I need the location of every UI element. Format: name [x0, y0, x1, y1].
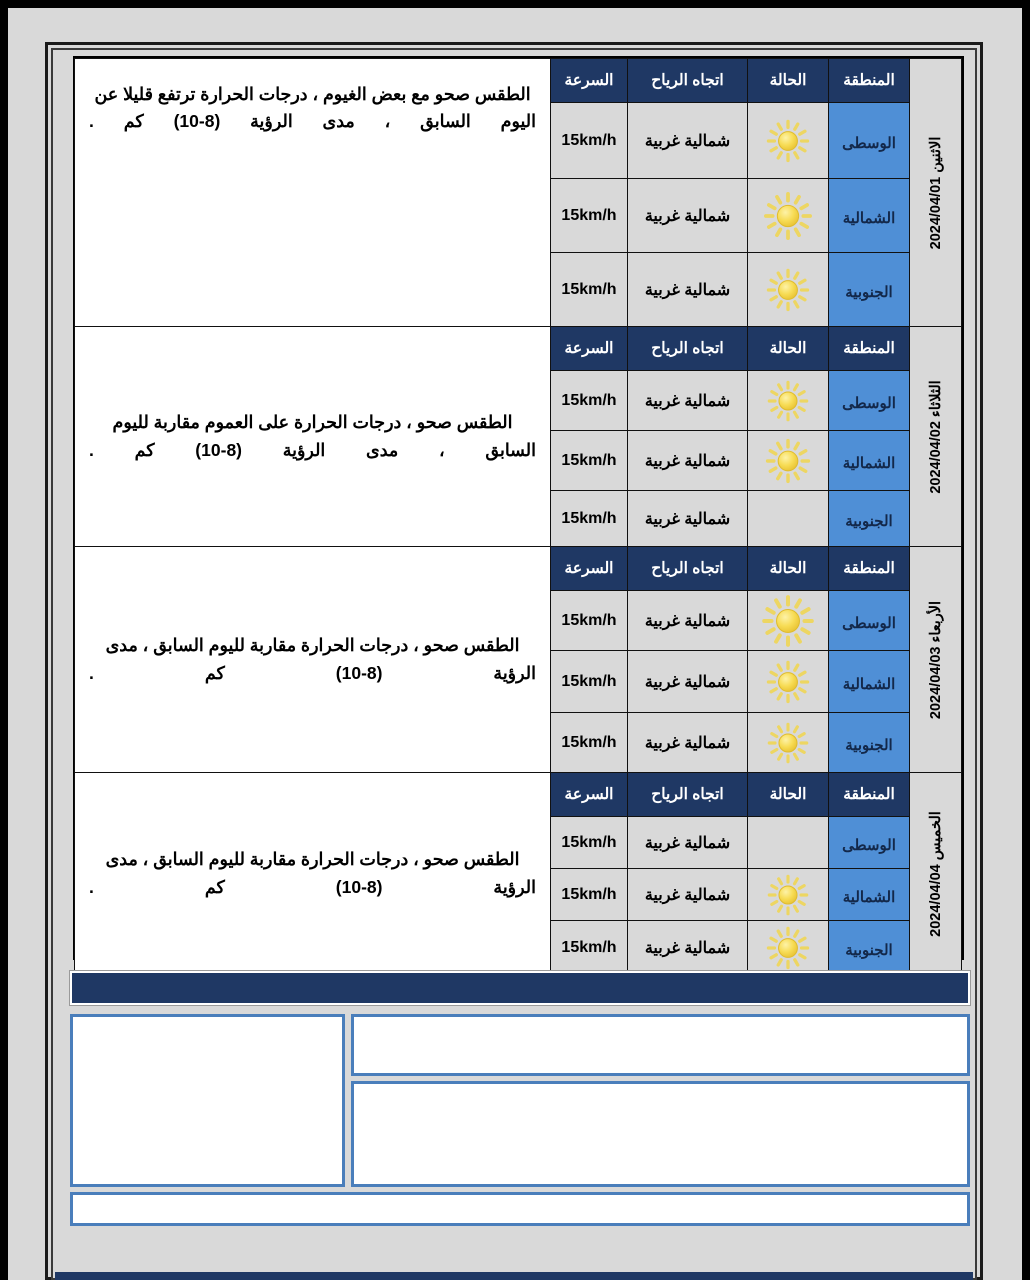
wind-direction-cell: شمالية غربية	[627, 816, 748, 869]
header-wind-direction: اتجاه الرياح	[627, 546, 748, 591]
region-cell: الشمالية	[828, 178, 910, 253]
region-cell: الوسطى	[828, 816, 910, 869]
lower-panel	[68, 967, 973, 1267]
header-region: المنطقة	[828, 546, 910, 591]
wind-direction-cell: شمالية غربية	[627, 430, 748, 491]
wind-speed-cell: 15km/h	[550, 252, 628, 327]
wind-direction-cell: شمالية غربية	[627, 650, 748, 713]
weather-forecast-table-container: الاثنين 2024/04/01 المنطقة الحالة اتجاه …	[73, 56, 964, 975]
region-cell: الوسطى	[828, 370, 910, 431]
wind-speed-cell: 15km/h	[550, 868, 628, 921]
wind-direction-cell: شمالية غربية	[627, 370, 748, 431]
header-condition: الحالة	[747, 58, 829, 103]
header-speed: السرعة	[550, 58, 628, 103]
header-speed: السرعة	[550, 326, 628, 371]
forecast-summary-cell: الطقس صحو ، درجات الحرارة مقاربة لليوم ا…	[74, 546, 551, 773]
condition-cell	[747, 102, 829, 179]
wind-speed-cell: 15km/h	[550, 590, 628, 651]
sun-icon	[748, 713, 828, 772]
condition-cell	[747, 430, 829, 491]
wind-speed-cell: 15km/h	[550, 650, 628, 713]
right-top-content-box[interactable]	[351, 1014, 970, 1076]
forecast-summary-cell: الطقس صحو ، درجات الحرارة مقاربة لليوم ا…	[74, 772, 551, 975]
wind-speed-cell: 15km/h	[550, 490, 628, 547]
region-cell: الشمالية	[828, 650, 910, 713]
condition-cell	[747, 590, 829, 651]
wind-direction-cell: شمالية غربية	[627, 712, 748, 773]
navy-banner-bar	[70, 971, 970, 1005]
condition-cell	[747, 712, 829, 773]
condition-cell	[747, 868, 829, 921]
forecast-date-cell: الاثنين 2024/04/01	[909, 58, 962, 327]
wind-direction-cell: شمالية غربية	[627, 102, 748, 179]
header-speed: السرعة	[550, 546, 628, 591]
wind-direction-cell: شمالية غربية	[627, 868, 748, 921]
forecast-group-header-row: الثلاثاء 2024/04/02 المنطقة الحالة اتجاه…	[74, 326, 962, 547]
forecast-date-cell: الأربعاء 2024/04/03	[909, 546, 962, 773]
header-region: المنطقة	[828, 772, 910, 817]
weather-forecast-table: الاثنين 2024/04/01 المنطقة الحالة اتجاه …	[74, 58, 962, 975]
condition-cell	[747, 816, 829, 869]
header-condition: الحالة	[747, 772, 829, 817]
region-cell: الجنوبية	[828, 490, 910, 547]
wind-direction-cell: شمالية غربية	[627, 490, 748, 547]
header-speed: السرعة	[550, 772, 628, 817]
sun-icon	[748, 651, 828, 712]
forecast-date-label: الأربعاء 2024/04/03	[927, 600, 944, 719]
wind-speed-cell: 15km/h	[550, 430, 628, 491]
forecast-group-header-row: الأربعاء 2024/04/03 المنطقة الحالة اتجاه…	[74, 546, 962, 773]
right-bottom-content-box[interactable]	[351, 1081, 970, 1187]
header-wind-direction: اتجاه الرياح	[627, 58, 748, 103]
bottom-navy-strip	[55, 1272, 973, 1280]
bottom-content-box[interactable]	[70, 1192, 970, 1226]
wind-speed-cell: 15km/h	[550, 712, 628, 773]
region-cell: الجنوبية	[828, 712, 910, 773]
forecast-date-cell: الثلاثاء 2024/04/02	[909, 326, 962, 547]
forecast-date-cell: الخميس 2024/04/04	[909, 772, 962, 975]
wind-speed-cell: 15km/h	[550, 178, 628, 253]
header-condition: الحالة	[747, 546, 829, 591]
wind-speed-cell: 15km/h	[550, 370, 628, 431]
region-cell: الجنوبية	[828, 252, 910, 327]
forecast-group-header-row: الاثنين 2024/04/01 المنطقة الحالة اتجاه …	[74, 58, 962, 327]
region-cell: الشمالية	[828, 868, 910, 921]
sun-icon	[748, 431, 828, 490]
forecast-date-label: الاثنين 2024/04/01	[927, 136, 944, 249]
sun-icon	[748, 371, 828, 430]
wind-direction-cell: شمالية غربية	[627, 178, 748, 253]
wind-speed-cell: 15km/h	[550, 816, 628, 869]
header-wind-direction: اتجاه الرياح	[627, 772, 748, 817]
region-cell: الوسطى	[828, 590, 910, 651]
condition-cell	[747, 370, 829, 431]
header-region: المنطقة	[828, 58, 910, 103]
condition-cell	[747, 650, 829, 713]
forecast-date-label: الثلاثاء 2024/04/02	[927, 379, 944, 494]
condition-cell	[747, 490, 829, 547]
sun-icon	[748, 103, 828, 178]
header-condition: الحالة	[747, 326, 829, 371]
forecast-summary-cell: الطقس صحو ، درجات الحرارة على العموم مقا…	[74, 326, 551, 547]
sun-icon	[748, 869, 828, 920]
region-cell: الشمالية	[828, 430, 910, 491]
region-cell: الوسطى	[828, 102, 910, 179]
header-region: المنطقة	[828, 326, 910, 371]
forecast-date-label: الخميس 2024/04/04	[927, 810, 944, 937]
sun-icon	[748, 253, 828, 326]
header-wind-direction: اتجاه الرياح	[627, 326, 748, 371]
forecast-summary-cell: الطقس صحو مع بعض الغيوم ، درجات الحرارة …	[74, 58, 551, 327]
wind-direction-cell: شمالية غربية	[627, 252, 748, 327]
wind-speed-cell: 15km/h	[550, 102, 628, 179]
left-content-box[interactable]	[70, 1014, 345, 1187]
condition-cell	[747, 178, 829, 253]
forecast-group-header-row: الخميس 2024/04/04 المنطقة الحالة اتجاه ا…	[74, 772, 962, 975]
sun-icon	[748, 591, 828, 650]
condition-cell	[747, 252, 829, 327]
sun-icon	[748, 179, 828, 252]
wind-direction-cell: شمالية غربية	[627, 590, 748, 651]
